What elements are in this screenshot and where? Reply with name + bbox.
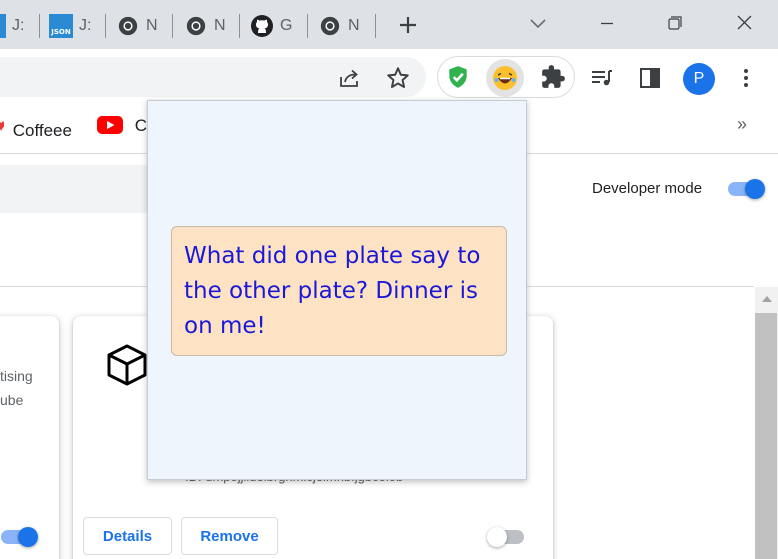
tab-separator bbox=[172, 14, 173, 38]
tab-title: G bbox=[280, 17, 292, 34]
tab-title: N bbox=[146, 17, 158, 34]
star-icon bbox=[387, 67, 409, 88]
details-button[interactable]: Details bbox=[83, 517, 172, 555]
tab-separator bbox=[39, 14, 40, 38]
restore-button[interactable] bbox=[662, 10, 688, 36]
extension-description-fragment: tising bbox=[0, 368, 33, 384]
tab-separator bbox=[239, 14, 240, 38]
youtube-icon bbox=[97, 116, 123, 139]
extensions-menu-button[interactable] bbox=[539, 63, 567, 91]
bookmark-star-button[interactable] bbox=[384, 64, 412, 92]
joke-box: What did one plate say to the other plat… bbox=[171, 226, 507, 356]
restore-icon bbox=[668, 16, 682, 30]
tab-title: N bbox=[214, 17, 226, 34]
close-icon bbox=[737, 15, 752, 30]
bookmarks-overflow-button[interactable]: » bbox=[737, 114, 747, 135]
developer-mode-toggle[interactable] bbox=[725, 178, 765, 199]
scrollbar-thumb[interactable] bbox=[755, 313, 777, 559]
tab-json-1[interactable]: J: bbox=[0, 12, 24, 40]
joke-text: What did one plate say to the other plat… bbox=[184, 243, 481, 339]
triangle-up-icon bbox=[761, 296, 772, 302]
toggle-knob bbox=[745, 179, 765, 199]
shield-extension-button[interactable] bbox=[444, 63, 472, 91]
heart-icon: ♥ bbox=[0, 116, 4, 136]
extension-cube-icon bbox=[104, 342, 150, 388]
side-panel-button[interactable] bbox=[636, 64, 664, 92]
developer-mode-label: Developer mode bbox=[592, 180, 703, 197]
close-window-button[interactable] bbox=[731, 10, 757, 36]
chrome-icon bbox=[318, 14, 342, 38]
json-icon-label: JSON bbox=[51, 28, 71, 36]
laughing-emoji-icon bbox=[493, 66, 517, 90]
tab-title: J: bbox=[79, 17, 91, 34]
kebab-menu-icon bbox=[744, 69, 748, 87]
share-button[interactable] bbox=[336, 64, 364, 92]
json-icon: JSON bbox=[49, 14, 73, 38]
playlist-music-icon bbox=[592, 70, 612, 86]
extension-card-partial bbox=[0, 316, 59, 559]
tab-title: J: bbox=[12, 17, 24, 34]
tab-separator bbox=[105, 14, 106, 38]
extension-enable-toggle-partial[interactable] bbox=[0, 526, 38, 547]
toggle-knob bbox=[487, 527, 507, 547]
tab-chrome-3[interactable]: N bbox=[318, 12, 360, 40]
profile-avatar[interactable]: P bbox=[683, 63, 715, 95]
tab-strip: J: JSON J: N N G N bbox=[0, 0, 778, 49]
remove-button[interactable]: Remove bbox=[181, 517, 278, 555]
extensions-search-bar[interactable] bbox=[0, 165, 160, 213]
tab-search-button[interactable] bbox=[525, 10, 551, 36]
tab-chrome-2[interactable]: N bbox=[184, 12, 226, 40]
minimize-icon bbox=[601, 22, 613, 25]
shield-check-icon bbox=[449, 66, 467, 88]
tab-title: N bbox=[348, 17, 360, 34]
minimize-button[interactable] bbox=[594, 10, 620, 36]
joke-extension-button[interactable] bbox=[486, 59, 524, 97]
side-panel-icon bbox=[640, 68, 660, 88]
scroll-up-button[interactable] bbox=[755, 291, 778, 307]
tab-separator bbox=[307, 14, 308, 38]
json-icon bbox=[0, 14, 6, 38]
tab-separator bbox=[375, 14, 376, 38]
chrome-menu-button[interactable] bbox=[732, 64, 760, 92]
share-icon bbox=[340, 69, 358, 87]
tab-github[interactable]: G bbox=[250, 12, 292, 40]
tab-json-2[interactable]: JSON J: bbox=[49, 12, 91, 40]
extension-enable-toggle[interactable] bbox=[487, 526, 527, 547]
tab-chrome-1[interactable]: N bbox=[116, 12, 158, 40]
plus-icon bbox=[400, 17, 416, 33]
github-icon bbox=[250, 14, 274, 38]
chrome-icon bbox=[116, 14, 140, 38]
bookmark-coffeee[interactable]: ♥ Coffeee bbox=[0, 116, 72, 141]
new-tab-button[interactable] bbox=[396, 13, 420, 37]
toggle-knob bbox=[18, 527, 38, 547]
extension-description-fragment: ube bbox=[0, 392, 24, 408]
puzzle-icon bbox=[542, 65, 565, 88]
media-control-button[interactable] bbox=[588, 64, 616, 92]
chrome-icon bbox=[184, 14, 208, 38]
bookmark-label: Coffeee bbox=[12, 121, 72, 140]
extension-popup: What did one plate say to the other plat… bbox=[147, 100, 527, 480]
chevron-down-icon bbox=[530, 19, 546, 29]
